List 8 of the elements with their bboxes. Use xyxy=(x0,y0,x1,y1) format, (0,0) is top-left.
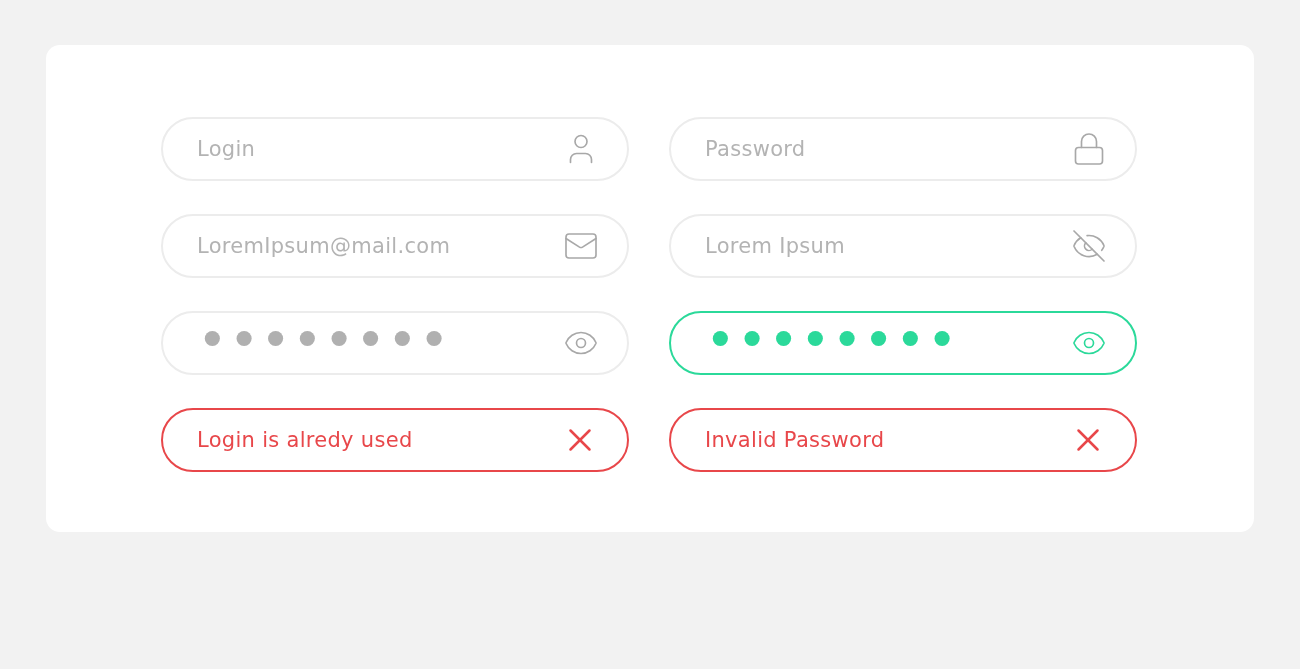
eye-off-icon[interactable] xyxy=(1071,228,1107,264)
input-field[interactable]: Invalid Password xyxy=(669,408,1137,472)
input-field[interactable]: Password xyxy=(669,117,1137,181)
input-field[interactable]: Login is alredy used xyxy=(161,408,629,472)
password-field[interactable]: •••••••• xyxy=(161,311,629,375)
input-field[interactable]: Lorem Ipsum xyxy=(669,214,1137,278)
input-field[interactable]: Login xyxy=(161,117,629,181)
input-field[interactable]: LoremIpsum@mail.com xyxy=(161,214,629,278)
